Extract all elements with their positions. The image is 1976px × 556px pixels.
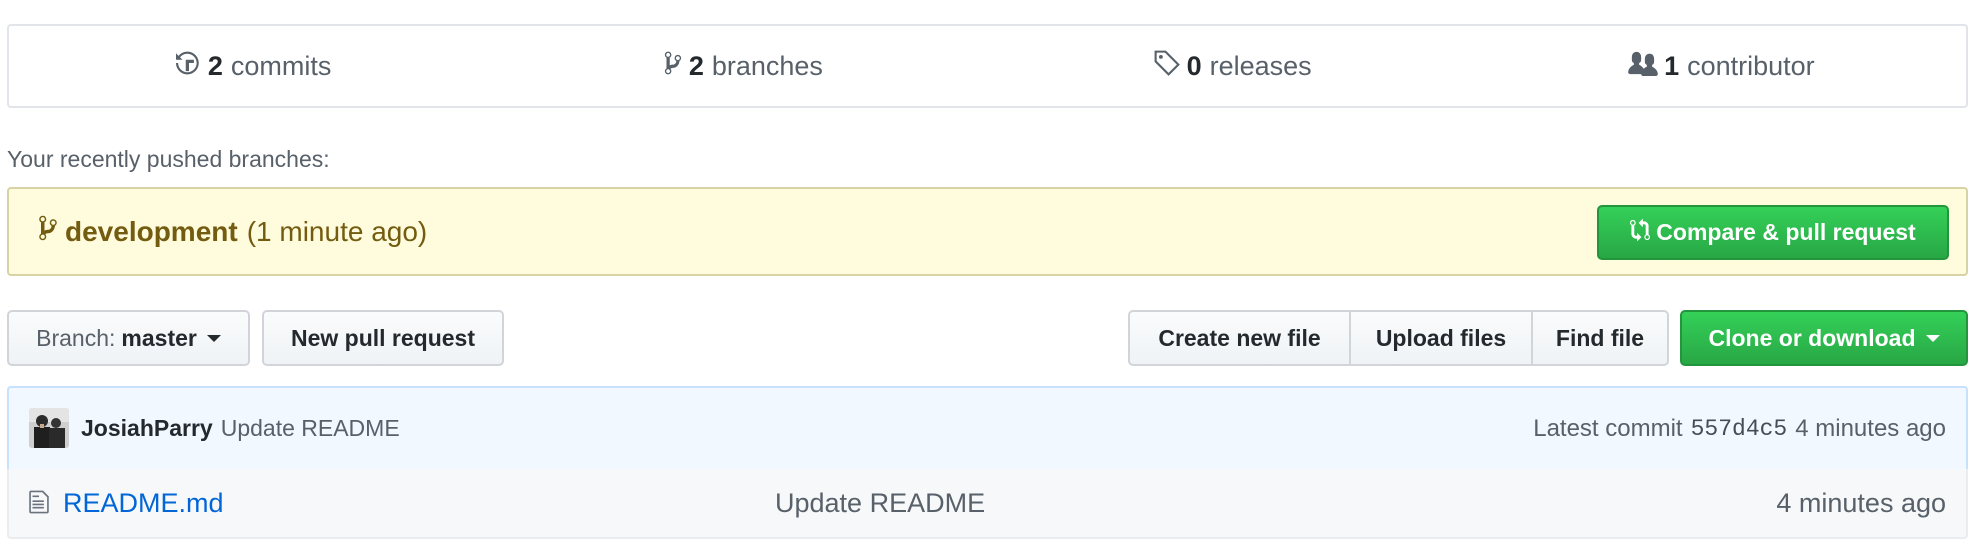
branches-label: branches [711,50,823,81]
compare-pull-request-button[interactable]: Compare & pull request [1597,205,1949,260]
file-name-link[interactable]: README.md [63,469,224,537]
history-icon [175,50,202,83]
branch-select-button[interactable]: Branch: master [7,310,250,366]
chevron-down-icon [1925,334,1940,342]
file-icon [29,489,49,520]
file-commit-message[interactable]: Update README [775,469,985,537]
commit-author[interactable]: JosiahParry [81,415,213,442]
branches-count: 2 [688,50,704,81]
compare-button-label: Compare & pull request [1656,219,1916,245]
numbers-summary: 2 commits 2 branches 0 releases 1 contri… [7,24,1968,108]
git-branch-icon [663,50,683,83]
releases-count: 0 [1186,50,1202,81]
clone-button-label: Clone or download [1708,324,1916,351]
find-file-button[interactable]: Find file [1531,310,1669,366]
contributors-count: 1 [1664,50,1680,81]
commit-message[interactable]: Update README [221,415,400,442]
recent-branches-label: Your recently pushed branches: [7,146,330,172]
latest-commit-label: Latest commit [1533,414,1683,442]
releases-label: releases [1209,50,1312,81]
upload-files-button[interactable]: Upload files [1349,310,1533,366]
recent-branch-notice: development (1 minute ago) Compare & pul… [7,187,1968,276]
contributors-link[interactable]: 1 contributor [1477,26,1966,106]
chevron-down-icon [206,334,221,342]
recent-branch: development (1 minute ago) [39,189,427,274]
repo-page: 2 commits 2 branches 0 releases 1 contri… [0,0,1976,556]
branch-prefix: Branch: [36,324,116,351]
git-branch-icon [39,214,65,249]
recent-branch-name[interactable]: development [65,216,238,248]
clone-or-download-button[interactable]: Clone or download [1680,310,1968,366]
tag-icon [1153,49,1181,84]
commits-count: 2 [207,50,223,81]
commits-link[interactable]: 2 commits [9,26,498,106]
avatar[interactable] [29,408,69,448]
create-new-file-button[interactable]: Create new file [1128,310,1351,366]
latest-commit-bar: JosiahParry Update README Latest commit … [7,386,1968,471]
file-age: 4 minutes ago [1776,487,1946,518]
new-pull-request-button[interactable]: New pull request [262,310,504,366]
contributors-label: contributor [1687,50,1815,81]
commits-label: commits [230,50,332,81]
commit-meta: Latest commit 557d4c5 4 minutes ago [1533,388,1946,469]
commit-summary: JosiahParry Update README [81,388,400,469]
branch-value: master [121,324,197,351]
git-compare-icon [1630,217,1656,249]
commit-age: 4 minutes ago [1795,414,1946,442]
branches-link[interactable]: 2 branches [498,26,987,106]
file-table: README.md Update README 4 minutes ago [7,469,1968,539]
commit-sha[interactable]: 557d4c5 [1691,416,1788,442]
recent-branch-time: (1 minute ago) [246,215,428,247]
releases-link[interactable]: 0 releases [988,26,1477,106]
people-icon [1628,50,1658,83]
